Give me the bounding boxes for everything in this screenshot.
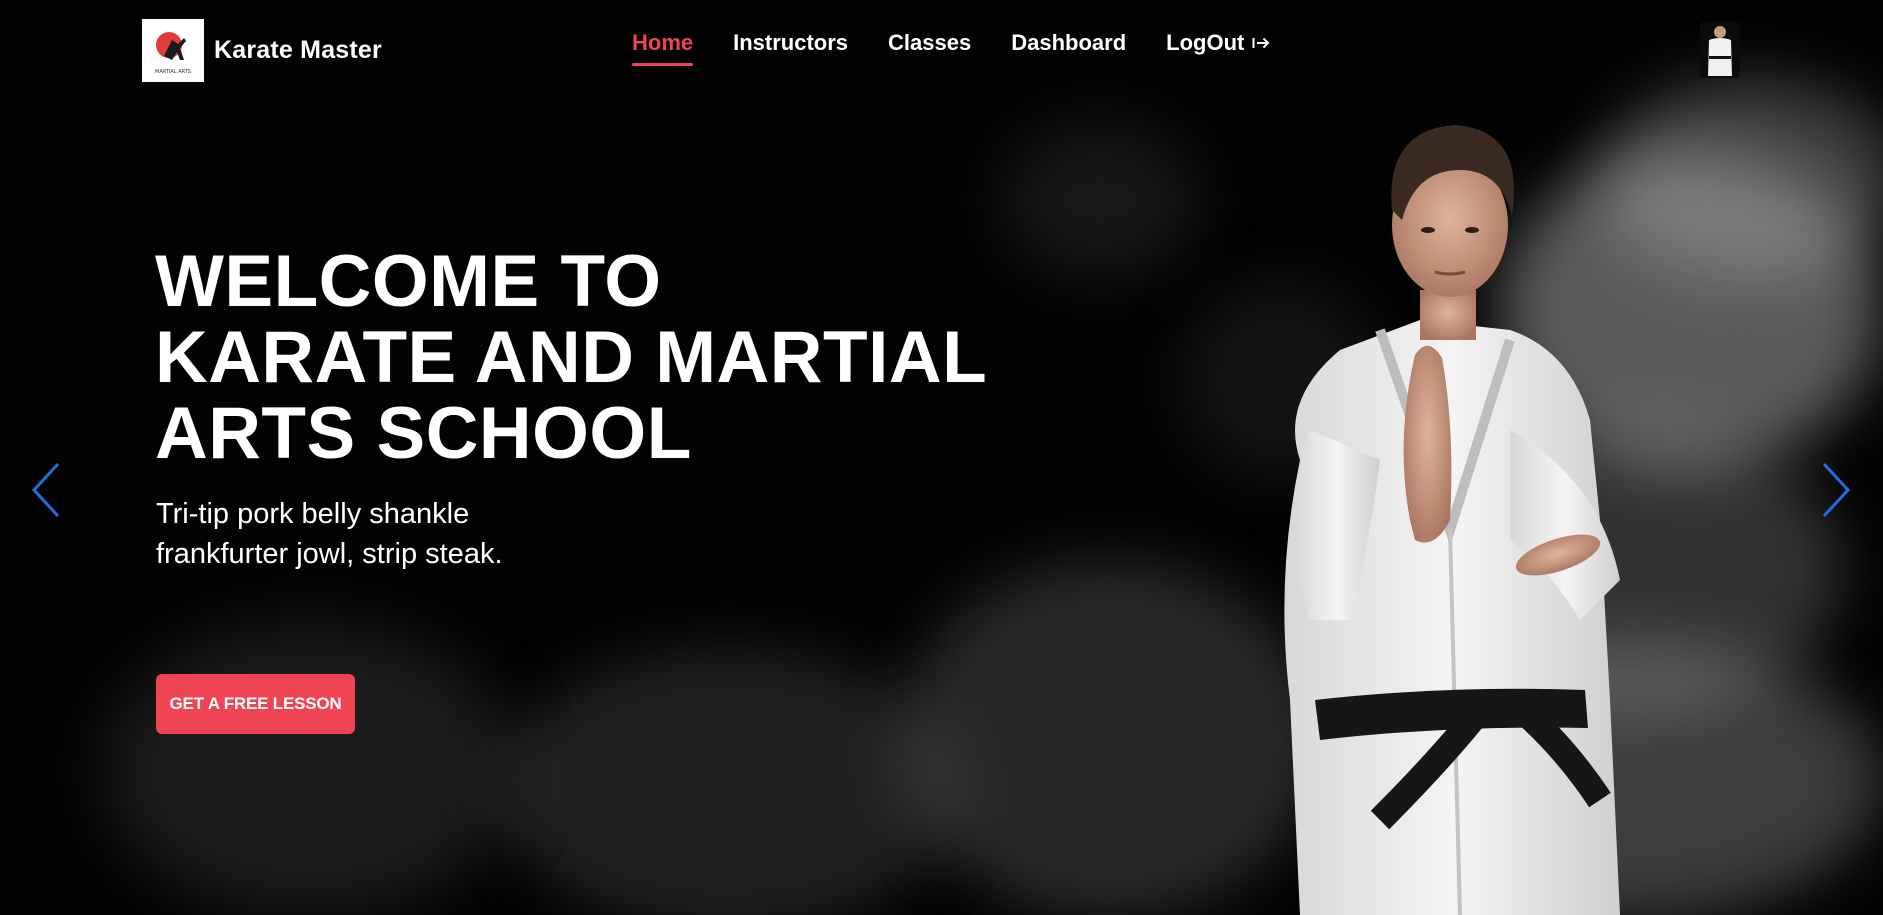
navbar: MARTIAL ARTS Karate Master Home Instruct…: [0, 0, 1883, 100]
svg-text:MARTIAL ARTS: MARTIAL ARTS: [155, 69, 191, 75]
karate-instructor-image: [1284, 125, 1620, 915]
hero-title-line: KARATE AND MARTIAL: [155, 317, 988, 398]
hero-subtitle: Tri-tip pork belly shankle frankfurter j…: [156, 494, 716, 574]
hero-subtitle-line: frankfurter jowl, strip steak.: [156, 538, 503, 570]
free-lesson-button[interactable]: GET A FREE LESSON: [156, 674, 355, 734]
nav-logout-label: LogOut: [1166, 30, 1245, 55]
chevron-left-icon[interactable]: [28, 460, 64, 520]
user-avatar[interactable]: [1700, 22, 1740, 78]
logout-icon: [1252, 37, 1270, 49]
martial-arts-logo-icon: MARTIAL ARTS: [155, 31, 191, 75]
nav-instructors[interactable]: Instructors: [733, 30, 848, 66]
hero-title-line: WELCOME TO: [155, 241, 662, 322]
hero-title-line: ARTS SCHOOL: [155, 393, 692, 474]
nav-links: Home Instructors Classes Dashboard LogOu…: [632, 30, 1270, 66]
hero-subtitle-line: Tri-tip pork belly shankle: [156, 498, 470, 530]
school-logo[interactable]: MARTIAL ARTS: [142, 19, 204, 82]
nav-dashboard[interactable]: Dashboard: [1011, 30, 1126, 66]
chevron-right-icon[interactable]: [1818, 460, 1854, 520]
nav-classes[interactable]: Classes: [888, 30, 971, 66]
brand-name[interactable]: Karate Master: [214, 36, 382, 65]
brand[interactable]: MARTIAL ARTS Karate Master: [142, 19, 382, 82]
page: MARTIAL ARTS Karate Master Home Instruct…: [0, 0, 1883, 915]
hero-title: WELCOME TO KARATE AND MARTIAL ARTS SCHOO…: [155, 244, 1015, 472]
nav-logout[interactable]: LogOut: [1166, 30, 1270, 66]
nav-home[interactable]: Home: [632, 30, 694, 66]
